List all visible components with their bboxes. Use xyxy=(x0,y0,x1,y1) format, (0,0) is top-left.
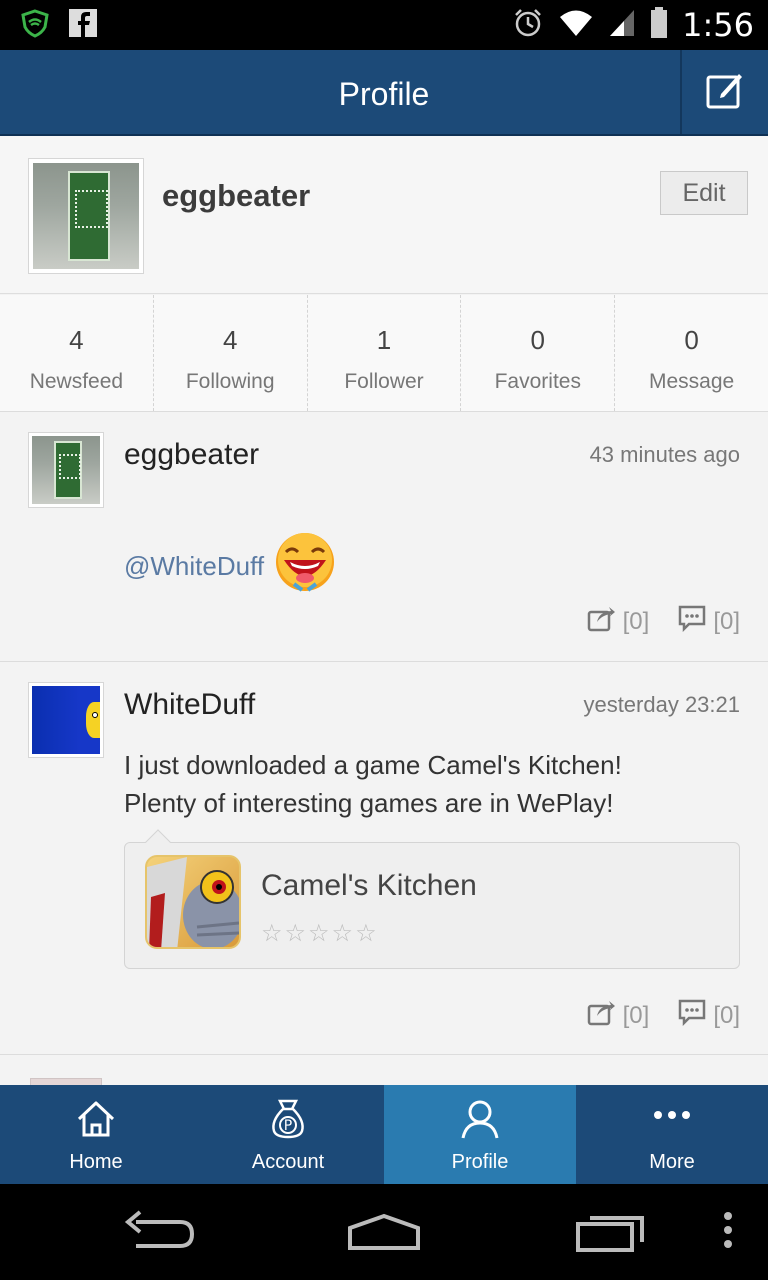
profile-username: eggbeater xyxy=(162,178,311,213)
stat-label: Follower xyxy=(344,370,424,393)
feed-post: WhiteDuff yesterday 23:21 I just downloa… xyxy=(0,662,768,1055)
facebook-icon xyxy=(68,8,98,43)
share-count: [0] xyxy=(622,1001,650,1029)
game-card[interactable]: Camel's Kitchen ☆☆☆☆☆ xyxy=(124,829,740,969)
stat-value: 0 xyxy=(684,325,699,355)
stat-favorites[interactable]: 0 Favorites xyxy=(461,295,616,411)
stat-label: Message xyxy=(648,370,735,393)
nav-profile[interactable]: Profile xyxy=(384,1085,576,1184)
edit-button[interactable]: Edit xyxy=(660,171,748,215)
feed-post: eggbeater 43 minutes ago @WhiteDuff [0] … xyxy=(0,412,768,662)
nav-label: Profile xyxy=(451,1151,509,1173)
nav-home[interactable]: Home xyxy=(0,1085,192,1184)
nav-label: Account xyxy=(251,1151,325,1173)
game-title: Camel's Kitchen xyxy=(261,869,477,902)
clock-time: 1:56 xyxy=(682,6,754,44)
post-body: @WhiteDuff xyxy=(124,532,338,601)
comment-count: [0] xyxy=(713,1001,740,1029)
shield-icon xyxy=(20,8,50,43)
overflow-menu-icon[interactable] xyxy=(720,1208,736,1257)
signal-icon xyxy=(608,8,636,43)
nav-account[interactable]: P Account xyxy=(192,1085,384,1184)
mention-link[interactable]: @WhiteDuff xyxy=(124,551,264,582)
share-icon[interactable] xyxy=(587,604,617,639)
post-author[interactable]: WhiteDuff xyxy=(124,688,255,722)
game-app-icon xyxy=(145,855,241,949)
status-bar: 1:56 xyxy=(0,0,768,50)
nav-label: Home xyxy=(69,1151,123,1173)
stat-value: 4 xyxy=(69,325,84,355)
stat-value: 0 xyxy=(530,325,546,355)
recent-apps-icon[interactable] xyxy=(574,1208,650,1257)
post-actions: [0] [0] xyxy=(587,604,740,639)
stat-label: Following xyxy=(185,370,275,393)
home-icon xyxy=(74,1097,118,1141)
app-bar: Profile xyxy=(0,50,768,136)
post-timestamp: 43 minutes ago xyxy=(589,442,740,467)
stat-value: 4 xyxy=(222,325,238,355)
bottom-nav: Home P Account Profile More xyxy=(0,1085,768,1184)
stat-following[interactable]: 4 Following xyxy=(154,295,308,411)
feed-list[interactable]: eggbeater 43 minutes ago @WhiteDuff [0] … xyxy=(0,412,768,1084)
system-nav-bar xyxy=(0,1184,768,1280)
profile-stats: 4 Newsfeed 4 Following 1 Follower 0 Favo… xyxy=(0,295,768,412)
battery-icon xyxy=(650,6,668,44)
wifi-icon xyxy=(558,8,594,43)
page-title: Profile xyxy=(338,76,430,112)
stat-newsfeed[interactable]: 4 Newsfeed xyxy=(0,295,154,411)
share-icon[interactable] xyxy=(587,998,617,1033)
comment-icon[interactable] xyxy=(677,604,707,639)
compose-button[interactable] xyxy=(680,50,768,134)
compose-icon xyxy=(705,70,745,115)
stat-follower[interactable]: 1 Follower xyxy=(308,295,462,411)
post-actions: [0] [0] xyxy=(587,998,740,1033)
post-timestamp: yesterday 23:21 xyxy=(583,692,740,717)
post-avatar[interactable] xyxy=(28,682,104,758)
person-icon xyxy=(458,1097,502,1141)
avatar[interactable] xyxy=(28,158,144,274)
back-icon[interactable] xyxy=(122,1208,198,1257)
nav-more[interactable]: More xyxy=(576,1085,768,1184)
stat-value: 1 xyxy=(376,325,392,355)
post-text-line: I just downloaded a game Camel's Kitchen… xyxy=(124,750,622,780)
comment-count: [0] xyxy=(713,607,740,635)
share-count: [0] xyxy=(622,607,650,635)
comment-icon[interactable] xyxy=(677,998,707,1033)
money-bag-icon: P xyxy=(266,1097,310,1141)
post-author[interactable]: eggbeater xyxy=(124,438,259,472)
post-body: I just downloaded a game Camel's Kitchen… xyxy=(124,746,724,822)
profile-header: eggbeater Edit xyxy=(0,136,768,294)
home-nav-icon[interactable] xyxy=(346,1208,422,1257)
laughing-emoji-icon xyxy=(272,532,338,601)
stat-message[interactable]: 0 Message xyxy=(615,295,768,411)
more-dots-icon xyxy=(650,1097,694,1141)
rating-stars: ☆☆☆☆☆ xyxy=(261,920,379,947)
stat-label: Newsfeed xyxy=(29,370,124,393)
post-avatar[interactable] xyxy=(28,432,104,508)
nav-label: More xyxy=(649,1151,695,1173)
post-text-line: Plenty of interesting games are in WePla… xyxy=(124,788,614,818)
stat-label: Favorites xyxy=(494,370,581,393)
alarm-icon xyxy=(512,7,544,44)
